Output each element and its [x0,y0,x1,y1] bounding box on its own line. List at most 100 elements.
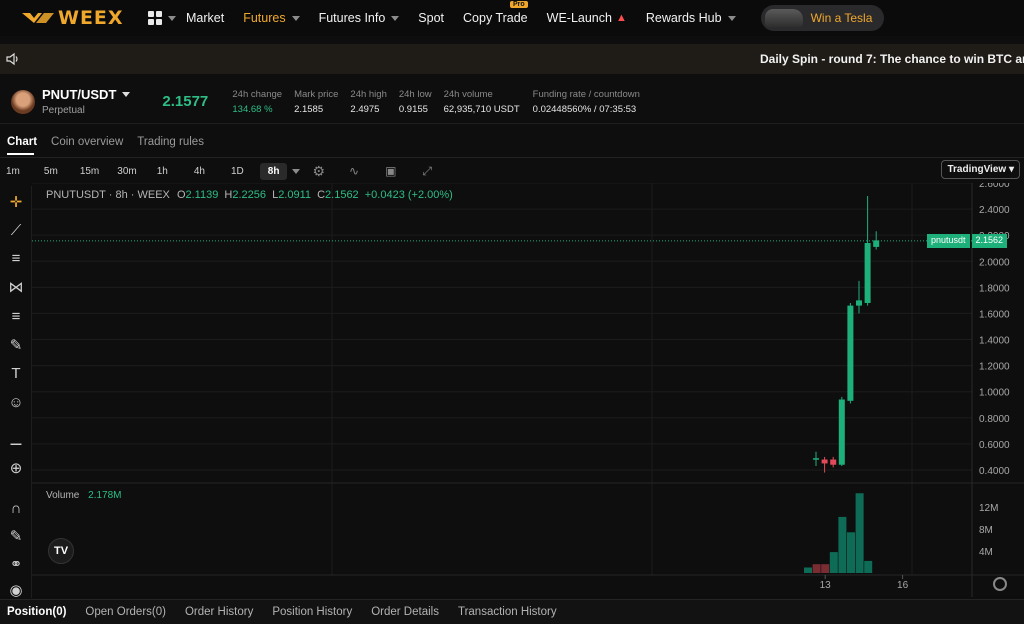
chevron-down-icon [727,15,736,21]
announcement-bar: Daily Spin - round 7: The chance to win … [0,44,1024,74]
tab-trading-rules[interactable]: Trading rules [137,136,204,148]
y-tick-label: 0.4000 [979,466,1010,477]
top-nav: WEEX Market Futures Futures Info Spot Co… [0,0,1024,36]
announcement-text[interactable]: Daily Spin - round 7: The chance to win … [760,52,1024,66]
gear-icon[interactable]: ⚙ [312,163,325,180]
apps-menu[interactable] [148,11,186,25]
interval-1d[interactable]: 1D [231,166,244,177]
lock-drawing-icon[interactable]: ✎ [6,526,26,546]
nav-we-launch[interactable]: WE-Launch ▲ [547,11,627,25]
y-tick-label: 1.0000 [979,388,1010,399]
active-tab-underline [7,153,34,155]
tab-chart[interactable]: Chart [7,136,37,148]
stat-24h-high: 24h high 2.4975 [350,89,386,115]
candle-body [873,240,880,247]
interval-8h[interactable]: 8h [259,162,288,180]
chevron-down-icon[interactable] [292,168,301,174]
chevron-down-icon [168,15,176,21]
stat-label: 24h high [350,88,387,100]
tab-open-orders[interactable]: Open Orders(0) [85,606,166,618]
chart-settings-icon[interactable] [993,577,1007,591]
candle-body [821,459,828,464]
tesla-car-icon [764,9,803,27]
crosshair-icon[interactable]: ✛ [6,192,26,212]
view-selector-label: TradingView [947,164,1007,175]
pair-selector[interactable]: PNUT/USDT Perpetual [42,87,131,116]
legend-open: 2.1139 [185,189,219,201]
volume-bar [821,564,830,573]
flame-icon: ▲ [615,12,627,24]
indicators-icon[interactable]: ∿ [349,164,359,178]
trend-line-icon[interactable]: ⟋ [6,220,26,240]
interval-toolbar: 1m 5m 15m 30m 1h 4h 1D 8h ⚙ ∿ ▣ ⤢ [0,159,1024,183]
volume-bar [855,493,864,573]
bottom-tabs: Position(0) Open Orders(0) Order History… [0,599,1024,624]
interval-4h[interactable]: 4h [194,166,205,177]
grid-icon [148,11,162,25]
drawing-toolbar: ✛ ⟋ ≡ ⋈ ≡ ✎ T ☺ ⚊ ⊕ ∩ ✎ ⚭ ◉ [0,186,32,600]
interval-1m[interactable]: 1m [6,166,20,177]
nav-futures[interactable]: Futures [243,11,300,25]
lock-icon[interactable]: ⚭ [6,554,26,574]
stat-label: 24h volume [443,88,493,100]
magnet-icon[interactable]: ∩ [6,498,26,518]
chevron-down-icon [291,15,300,21]
tab-order-history[interactable]: Order History [185,606,253,618]
y-tick-label: 2.0000 [979,257,1010,268]
tab-transaction-history[interactable]: Transaction History [458,606,557,618]
brush-icon[interactable]: ✎ [6,335,26,355]
interval-15m[interactable]: 15m [80,166,99,177]
emoji-icon[interactable]: ☺ [6,392,26,412]
tradingview-logo[interactable]: TV [48,538,74,564]
stat-value: 134.68 % [232,103,273,115]
win-tesla-button[interactable]: Win a Tesla [760,5,885,31]
x-tick-label: 16 [897,580,909,591]
candlestick-chart[interactable]: 2.60002.40002.20002.00001.80001.60001.40… [32,183,1024,597]
nav-futures-info[interactable]: Futures Info [319,11,400,25]
candle-body [847,305,854,401]
stat-value: 0.02448560% / 07:35:53 [532,103,637,115]
nav-copy-trade-label: Copy Trade [463,11,528,25]
eye-icon[interactable]: ◉ [6,580,26,600]
zoom-icon[interactable]: ⊕ [6,458,26,478]
stat-label: Mark price [294,88,339,100]
legend-symbol: PNUTUSDT · 8h · WEEX [46,189,170,201]
chevron-down-icon [122,92,131,97]
interval-30m[interactable]: 30m [117,166,136,177]
y-tick-label: 0.8000 [979,414,1010,425]
tab-coin-overview[interactable]: Coin overview [51,136,123,148]
nav-copy-trade[interactable]: Copy Trade Pro [463,1,528,25]
candle-body [864,243,871,303]
ruler-icon[interactable]: ⚊ [6,430,26,450]
tab-order-details[interactable]: Order Details [371,606,439,618]
camera-icon[interactable]: ▣ [385,164,396,178]
nav-spot-label: Spot [418,11,445,25]
fullscreen-icon[interactable]: ⤢ [422,164,432,179]
speaker-icon[interactable] [6,52,20,66]
nav-rewards-hub[interactable]: Rewards Hub [646,11,736,25]
y-tick-label: 2.4000 [979,205,1010,216]
nav-market[interactable]: Market [186,11,224,25]
horizontal-lines-icon[interactable]: ≡ [6,248,26,268]
pnut-coin-avatar [11,89,35,114]
ohlc-legend: PNUTUSDT · 8h · WEEX O2.1139 H2.2256 L2.… [46,189,453,201]
stat-value: 2.1585 [294,103,324,115]
tab-position[interactable]: Position(0) [7,606,66,618]
chart-sub-tabs: Chart Coin overview Trading rules [7,136,204,148]
y-tick-label: 1.4000 [979,336,1010,347]
fibonacci-icon[interactable]: ≡ [6,306,26,326]
nav-spot[interactable]: Spot [418,11,444,25]
pattern-icon[interactable]: ⋈ [6,277,26,297]
volume-label: Volume [46,490,80,501]
y-tick-label: 1.8000 [979,283,1010,294]
weex-logo[interactable]: WEEX [22,7,134,29]
price-tag-value: 2.1562 [971,234,1008,248]
y-tick-label: 1.2000 [979,362,1010,373]
tab-position-history[interactable]: Position History [272,606,352,618]
tradingview-selector[interactable]: TradingView ▾ [941,160,1020,179]
stat-mark-price: Mark price 2.1585 [294,89,338,115]
text-icon[interactable]: T [6,363,26,383]
interval-5m[interactable]: 5m [44,166,58,177]
nav-futures-info-label: Futures Info [318,11,386,25]
interval-1h[interactable]: 1h [157,166,168,177]
